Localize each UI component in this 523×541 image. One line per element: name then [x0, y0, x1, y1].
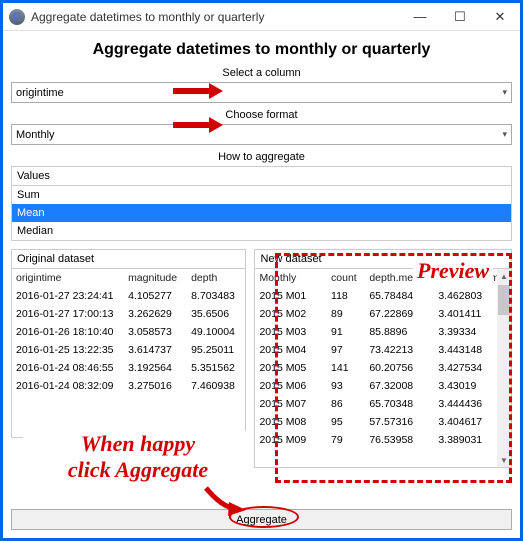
- table-row: 2015 M089557.573163.404617: [255, 413, 511, 431]
- original-dataset-block: Original dataset origintimemagnitudedept…: [11, 249, 246, 468]
- original-dataset-title: Original dataset: [11, 249, 246, 268]
- aggregate-button[interactable]: Aggregate: [11, 509, 512, 530]
- app-icon: R: [9, 9, 25, 25]
- select-column-label: Select a column: [11, 67, 512, 79]
- aggregate-option[interactable]: Sum: [12, 186, 511, 204]
- column-header: depth: [187, 269, 245, 287]
- table-row: 2016-01-24 08:46:553.1925645.351562: [12, 359, 245, 377]
- column-header: origintime: [12, 269, 124, 287]
- aggregate-listbox[interactable]: SumMeanMedian: [11, 185, 512, 241]
- how-to-aggregate-label: How to aggregate: [11, 151, 512, 163]
- table-row: 2016-01-27 17:00:133.26262935.6506: [12, 305, 245, 323]
- scroll-up-icon[interactable]: ▲: [497, 269, 511, 283]
- new-dataset-table: Monthlycountdepth.meanmagnitude.mean2015…: [255, 269, 511, 449]
- table-row: 2015 M028967.228693.401411: [255, 305, 511, 323]
- table-row: 2016-01-26 18:10:403.05857349.10004: [12, 323, 245, 341]
- minimize-button[interactable]: —: [400, 3, 440, 31]
- table-row: 2015 M0111865.784843.462803: [255, 287, 511, 305]
- table-row: 2015 M097976.539583.389031: [255, 431, 511, 449]
- title-bar: R Aggregate datetimes to monthly or quar…: [3, 3, 520, 31]
- column-dropdown[interactable]: origintime ▾: [11, 82, 512, 103]
- table-row: 2015 M039185.88963.39334: [255, 323, 511, 341]
- column-dropdown-value: origintime: [16, 87, 502, 99]
- new-dataset-block: New dataset Monthlycountdepth.meanmagnit…: [254, 249, 512, 468]
- close-button[interactable]: ✕: [480, 3, 520, 31]
- table-row: 2015 M069367.320083.43019: [255, 377, 511, 395]
- table-row: 2016-01-27 23:24:414.1052778.703483: [12, 287, 245, 305]
- aggregate-option[interactable]: Mean: [12, 204, 511, 222]
- aggregate-option[interactable]: Median: [12, 222, 511, 240]
- window-title: Aggregate datetimes to monthly or quarte…: [31, 10, 264, 24]
- column-header: magnitude: [124, 269, 187, 287]
- choose-format-label: Choose format: [11, 109, 512, 121]
- aggregate-button-label: Aggregate: [236, 514, 287, 526]
- maximize-button[interactable]: ☐: [440, 3, 480, 31]
- column-header: depth.mean: [365, 269, 434, 287]
- scroll-thumb[interactable]: [498, 285, 510, 315]
- table-row: 2015 M078665.703483.444436: [255, 395, 511, 413]
- table-row: 2015 M049773.422133.443148: [255, 341, 511, 359]
- format-dropdown[interactable]: Monthly ▾: [11, 124, 512, 145]
- scroll-down-icon[interactable]: ▼: [497, 453, 511, 467]
- table-row: 2016-01-24 08:32:093.2750167.460938: [12, 377, 245, 395]
- column-header: count: [327, 269, 365, 287]
- chevron-down-icon: ▾: [502, 87, 507, 98]
- original-dataset-table: origintimemagnitudedepth2016-01-27 23:24…: [12, 269, 245, 395]
- page-title: Aggregate datetimes to monthly or quarte…: [11, 41, 512, 59]
- chevron-down-icon: ▾: [502, 129, 507, 140]
- format-dropdown-value: Monthly: [16, 129, 502, 141]
- scrollbar[interactable]: ▲ ▼: [497, 269, 511, 467]
- new-dataset-title: New dataset: [254, 249, 512, 268]
- values-label: Values: [11, 166, 512, 185]
- column-header: Monthly: [255, 269, 327, 287]
- table-row: 2015 M0514160.207563.427534: [255, 359, 511, 377]
- table-row: 2016-01-25 13:22:353.61473795.25011: [12, 341, 245, 359]
